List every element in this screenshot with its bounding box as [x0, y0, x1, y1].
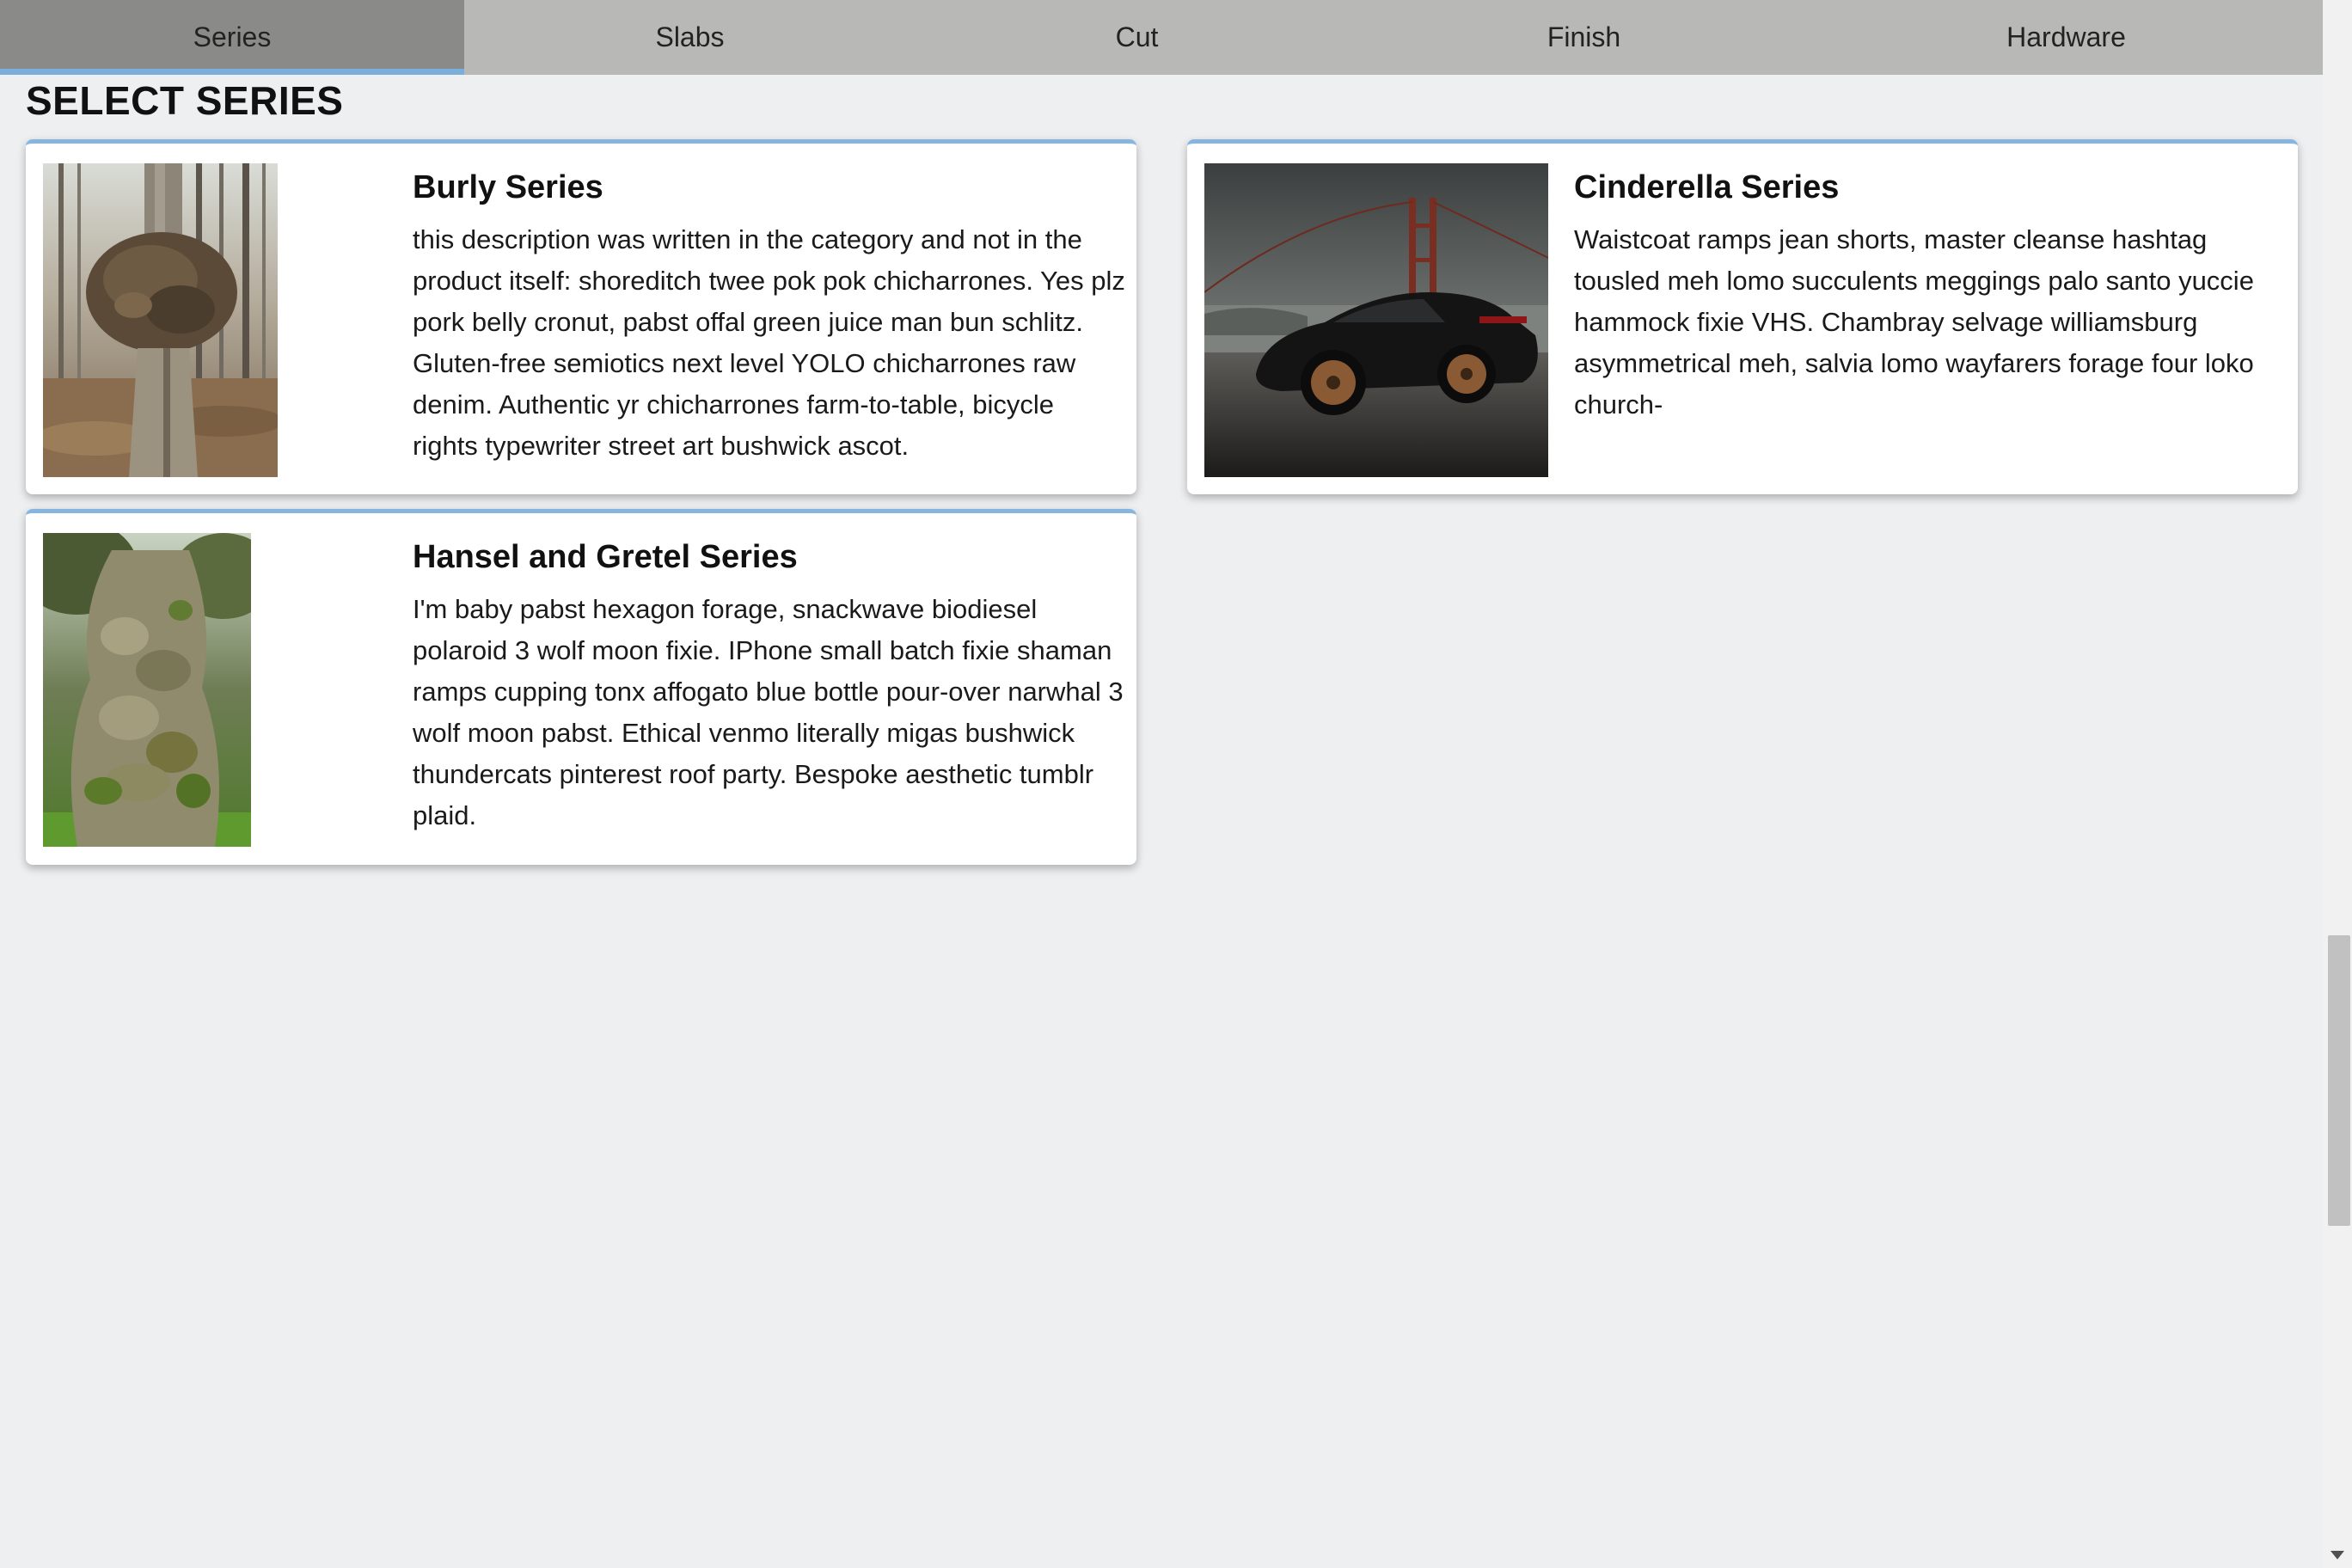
burl-tree-image — [43, 163, 278, 477]
series-description: I'm baby pabst hexagon forage, snackwave… — [413, 594, 1124, 830]
series-card-burly[interactable]: Burly Series this description was writte… — [26, 139, 1136, 494]
series-description: this description was written in the cate… — [413, 224, 1125, 461]
step-tab-bar: Series Slabs Cut Finish Hardware — [0, 0, 2323, 75]
series-card-cinderella[interactable]: Cinderella Series Waistcoat ramps jean s… — [1187, 139, 2298, 494]
scroll-down-arrow-icon[interactable] — [2331, 1551, 2344, 1559]
car-image — [1204, 163, 1548, 477]
series-description: Waistcoat ramps jean shorts, master clea… — [1574, 224, 2254, 420]
series-card-hansel-and-gretel[interactable]: Hansel and Gretel Series I'm baby pabst … — [26, 509, 1136, 865]
series-title: Burly Series — [413, 169, 603, 205]
tab-finish[interactable]: Finish — [1358, 0, 1810, 75]
tab-series[interactable]: Series — [0, 0, 464, 75]
vertical-scrollbar[interactable] — [2323, 0, 2352, 1568]
tab-cut[interactable]: Cut — [916, 0, 1358, 75]
mossy-tree-image — [43, 533, 251, 847]
series-title: Cinderella Series — [1574, 169, 1840, 205]
tab-hardware[interactable]: Hardware — [1810, 0, 2323, 75]
series-title: Hansel and Gretel Series — [413, 539, 798, 575]
page-title: SELECT SERIES — [26, 78, 344, 123]
tab-slabs[interactable]: Slabs — [464, 0, 916, 75]
scrollbar-thumb[interactable] — [2328, 935, 2350, 1226]
page: Series Slabs Cut Finish Hardware SELECT … — [0, 0, 2352, 1568]
